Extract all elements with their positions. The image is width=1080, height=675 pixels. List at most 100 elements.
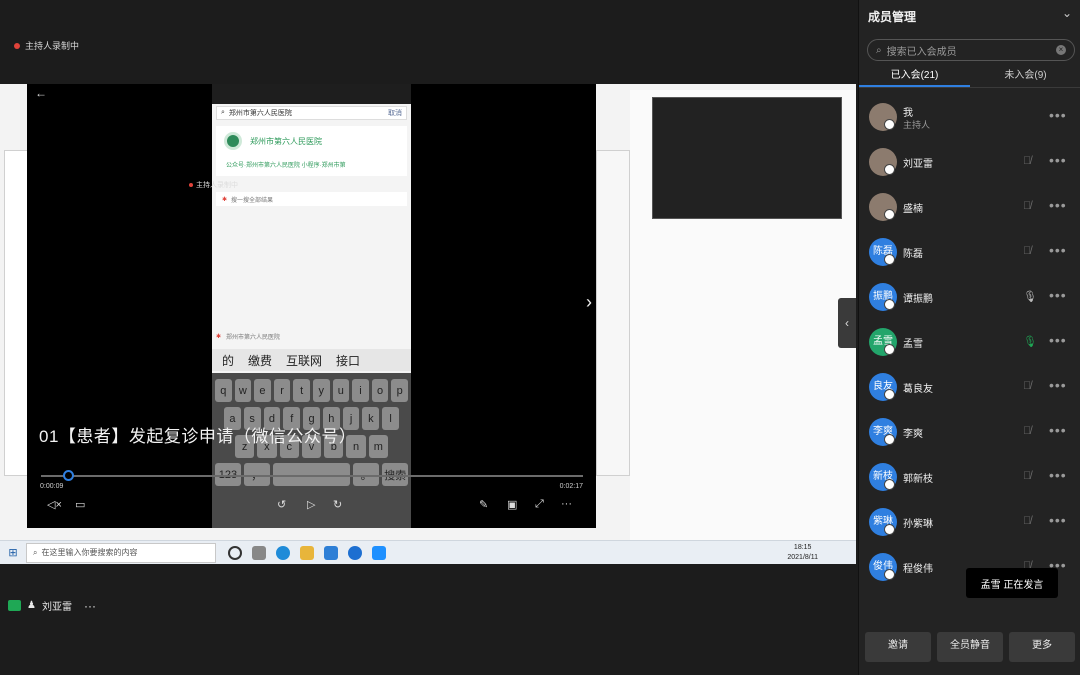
invite-button[interactable]: 邀请 — [865, 632, 931, 662]
member-more-icon[interactable]: ••• — [1049, 512, 1067, 528]
device-badge-icon — [884, 434, 895, 445]
search-icon: ⌕ — [33, 547, 38, 557]
back-arrow-icon[interactable]: ← — [35, 86, 47, 100]
screen-share-app-icon[interactable] — [372, 545, 386, 560]
member-row[interactable]: 孟雪 孟雪 🎙 ••• — [859, 321, 1080, 365]
keyboard-row-1: qwertyuiop — [215, 379, 408, 402]
clock-date: 2021/8/11 — [787, 554, 818, 561]
search-icon: ⌕ — [221, 109, 225, 116]
device-badge-icon — [884, 524, 895, 535]
star-icon: ✱ — [222, 196, 228, 203]
keyboard-key: o — [371, 379, 389, 402]
phone-screen-recording: ⌕ 郑州市第六人民医院 取消 郑州市第六人民医院 公众号·郑州市第六人民医院 小… — [212, 84, 411, 528]
mic-muted-icon[interactable]: 🎙̸ — [1023, 515, 1033, 529]
device-badge-icon — [884, 119, 895, 130]
mute-volume-icon[interactable]: ◁× — [47, 498, 62, 511]
mic-on-icon — [8, 600, 21, 611]
tab-joined[interactable]: 已入会(21) — [859, 66, 970, 87]
member-row[interactable]: 我主持人 ••• — [859, 96, 1080, 140]
recording-dot-icon — [189, 183, 193, 187]
keyboard-key: y — [312, 379, 330, 402]
mic-muted-icon[interactable]: 🎙̸ — [1023, 380, 1033, 394]
preview-thumbnail[interactable] — [652, 97, 842, 219]
user-icon: ♟ — [27, 600, 36, 611]
phone-more-results: ✱ 搜一搜全部结果 — [216, 192, 407, 206]
member-name: 孟雪 — [903, 339, 923, 350]
app-icon[interactable] — [324, 545, 338, 560]
member-more-icon[interactable]: ••• — [1049, 152, 1067, 168]
member-more-icon[interactable]: ••• — [1049, 242, 1067, 258]
video-player: ← ⌕ 郑州市第六人民医院 取消 郑州市第六人民医院 公众号·郑州市第六人民医院… — [27, 84, 596, 528]
mic-icon[interactable]: 🎙 — [1023, 335, 1037, 349]
dialog-window — [596, 150, 630, 476]
forward-icon[interactable]: ↻ — [333, 498, 342, 511]
fullscreen-icon[interactable]: ⤢ — [535, 498, 544, 511]
member-name: 我 — [903, 108, 913, 119]
member-search-input[interactable]: ⌕ 搜索已入会成员 × — [867, 39, 1075, 61]
windows-start-icon[interactable]: ⊞ — [0, 546, 26, 559]
taskbar-search[interactable]: ⌕ 在这里输入你要搜索的内容 — [26, 542, 216, 563]
collapse-panel-button[interactable]: ‹ — [838, 298, 856, 348]
member-row[interactable]: 李爽 李爽 🎙̸ ••• — [859, 411, 1080, 455]
member-row[interactable]: 紫琳 孙紫琳 🎙̸ ••• — [859, 501, 1080, 545]
meeting-app-icon[interactable] — [348, 545, 362, 560]
next-arrow-icon[interactable]: › — [586, 292, 592, 313]
mic-muted-icon[interactable]: 🎙̸ — [1023, 155, 1033, 169]
member-row[interactable]: 刘亚雷 🎙̸ ••• — [859, 141, 1080, 185]
play-icon[interactable]: ▷ — [307, 498, 315, 511]
widgets-icon[interactable] — [252, 545, 266, 560]
bottom-more-button[interactable]: ··· — [84, 599, 96, 613]
mute-all-button[interactable]: 全员静音 — [937, 632, 1003, 662]
mic-muted-icon[interactable]: 🎙̸ — [1023, 245, 1033, 259]
taskbar-apps — [228, 545, 386, 560]
picture-in-picture-icon[interactable]: ▣ — [507, 498, 517, 511]
chevron-down-icon[interactable]: ⌄ — [1062, 6, 1072, 20]
progress-knob[interactable] — [63, 470, 75, 481]
member-more-icon[interactable]: ••• — [1049, 107, 1067, 123]
rewind-icon[interactable]: ↺ — [277, 498, 286, 511]
explorer-window — [4, 150, 28, 476]
search-icon: ⌕ — [876, 44, 882, 56]
member-more-icon[interactable]: ••• — [1049, 197, 1067, 213]
member-more-icon[interactable]: ••• — [1049, 332, 1067, 348]
device-badge-icon — [884, 209, 895, 220]
keyboard-key: m — [368, 435, 388, 458]
file-explorer-icon[interactable] — [300, 545, 314, 560]
progress-track[interactable] — [41, 475, 583, 477]
tab-not-joined[interactable]: 未入会(9) — [970, 66, 1080, 87]
edit-icon[interactable]: ✎ — [479, 498, 488, 511]
recording-dot-icon — [14, 42, 20, 49]
keyboard-key: u — [332, 379, 350, 402]
task-view-icon[interactable] — [228, 545, 242, 560]
mic-muted-icon[interactable]: 🎙̸ — [1023, 200, 1033, 214]
keyboard-key: i — [352, 379, 369, 402]
phone-search-result: 郑州市第六人民医院 公众号·郑州市第六人民医院 小程序·郑州市第 — [216, 126, 407, 176]
overlay-recording-label: 主持人录制中 — [196, 182, 238, 189]
mic-muted-icon[interactable]: 🎙̸ — [1023, 470, 1033, 484]
time-current: 0:00:09 — [40, 483, 64, 490]
member-row[interactable]: 盛楠 🎙̸ ••• — [859, 186, 1080, 230]
edge-browser-icon[interactable] — [276, 545, 290, 560]
member-more-icon[interactable]: ••• — [1049, 467, 1067, 483]
more-options-icon[interactable]: ··· — [561, 498, 572, 510]
member-row[interactable]: 振鹏 谭振鹏 🎙 ••• — [859, 276, 1080, 320]
subtitle-icon[interactable]: ▭ — [75, 498, 85, 511]
member-more-icon[interactable]: ••• — [1049, 422, 1067, 438]
clear-icon[interactable]: × — [1056, 45, 1066, 55]
member-more-icon[interactable]: ••• — [1049, 287, 1067, 303]
device-badge-icon — [884, 569, 895, 580]
keyboard-key: r — [273, 379, 291, 402]
member-more-icon[interactable]: ••• — [1049, 377, 1067, 393]
device-badge-icon — [884, 479, 895, 490]
member-search-placeholder: 搜索已入会成员 — [886, 46, 957, 58]
member-row[interactable]: 陈磊 陈磊 🎙̸ ••• — [859, 231, 1080, 275]
taskbar-clock: 18:15 2021/8/11 — [787, 543, 818, 563]
more-button[interactable]: 更多 — [1009, 632, 1075, 662]
member-name: 程俊伟 — [903, 564, 933, 575]
mic-muted-icon[interactable]: 🎙̸ — [1023, 425, 1033, 439]
member-row[interactable]: 新枝 郭新枝 🎙̸ ••• — [859, 456, 1080, 500]
keyboard-key: l — [382, 407, 400, 430]
hospital-logo-icon — [224, 132, 242, 150]
member-row[interactable]: 良友 葛良友 🎙̸ ••• — [859, 366, 1080, 410]
mic-icon[interactable]: 🎙 — [1023, 290, 1037, 304]
